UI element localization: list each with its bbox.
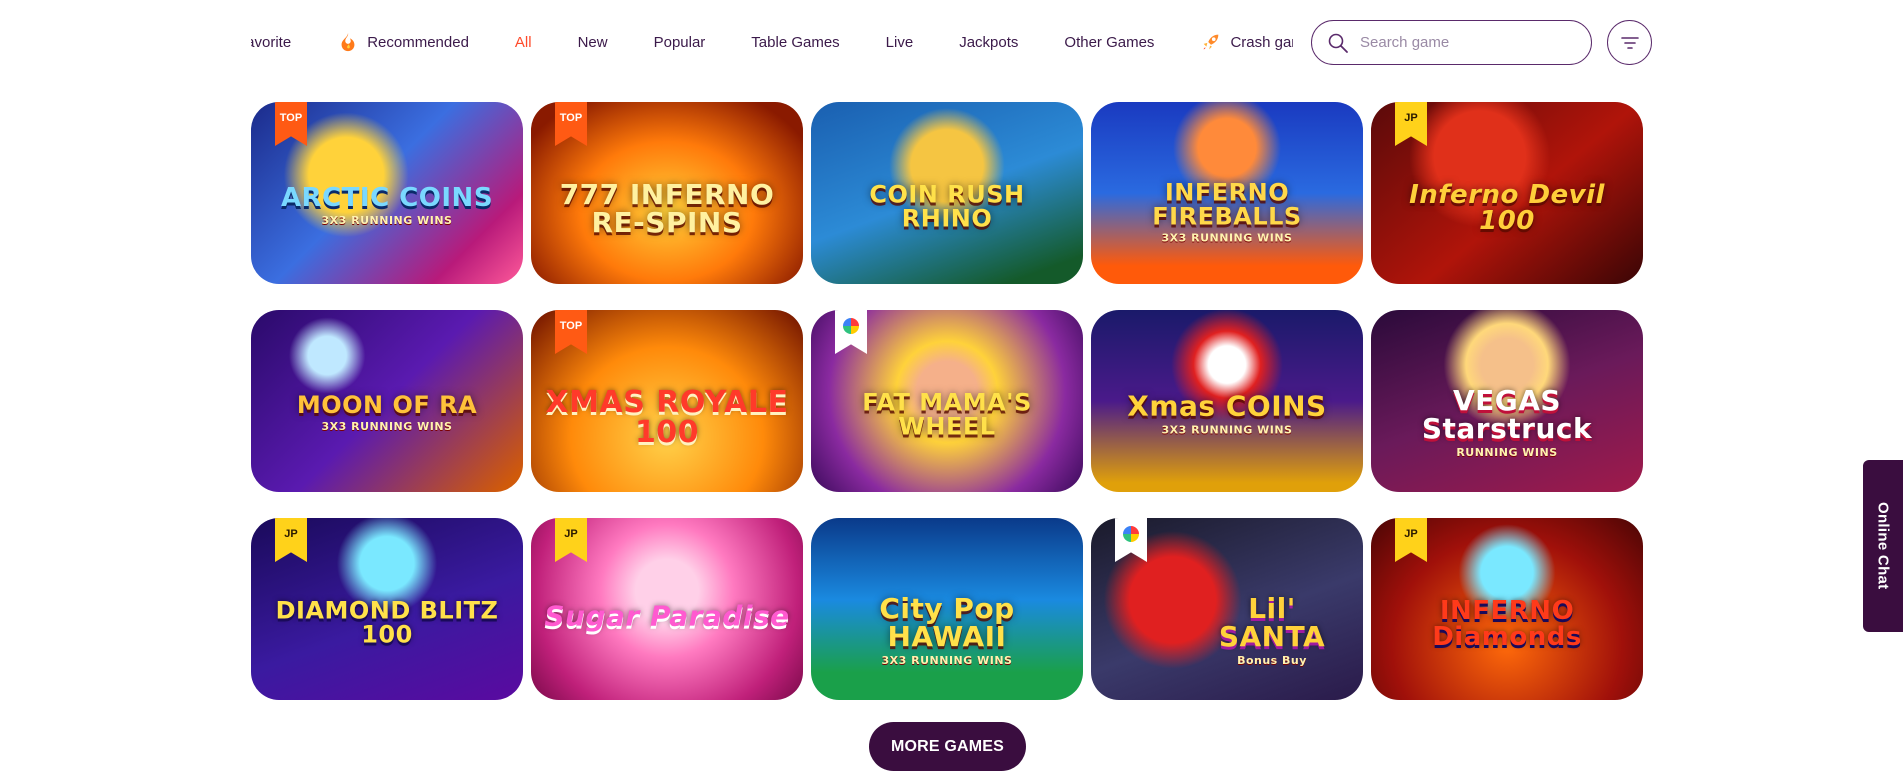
game-tile[interactable]: JP Sugar Paradise [531,518,803,700]
filter-icon [1620,36,1639,49]
game-title: City Pop HAWAII 3X3 RUNNING WINS [879,591,1015,667]
tab-all[interactable]: All [515,22,532,62]
game-tile[interactable]: MOON OF RA 3X3 RUNNING WINS [251,310,523,492]
game-tile[interactable]: JP INFERNO Diamonds [1371,518,1643,700]
tab-other-games[interactable]: Other Games [1064,22,1154,62]
tab-recommended[interactable]: Recommended [337,22,469,62]
game-title: 777 INFERNO RE-SPINS [559,178,775,239]
game-title: Lil' SANTA Bonus Buy [1218,591,1326,667]
game-title: VEGAS Starstruck RUNNING WINS [1421,383,1593,459]
game-title: INFERNO Diamonds [1432,595,1582,652]
more-games-button[interactable]: MORE GAMES [869,722,1026,771]
game-title: ARCTIC COINS 3X3 RUNNING WINS [280,182,494,227]
game-title: Inferno Devil 100 [1409,179,1605,236]
tab-label: Live [885,33,914,51]
provider-logo-icon [1123,526,1139,542]
tab-label: Popular [653,33,706,51]
game-tile[interactable]: TOP ARCTIC COINS 3X3 RUNNING WINS [251,102,523,284]
online-chat-label: Online Chat [1874,502,1892,590]
category-tabs-track: Favorite Recommended All New Popular Tab… [251,22,1293,62]
search-box[interactable] [1311,20,1592,65]
game-title: XMAS ROYALE 100 [545,385,789,451]
tab-new[interactable]: New [578,22,608,62]
tab-label: Recommended [367,33,469,51]
tab-label: Other Games [1064,33,1155,51]
flame-icon [341,32,355,52]
game-title: DIAMOND BLITZ 100 [275,596,499,649]
rocket-icon [1204,34,1219,50]
game-title: COIN RUSH RHINO [869,180,1025,233]
game-tile[interactable]: City Pop HAWAII 3X3 RUNNING WINS [811,518,1083,700]
category-tabs: Favorite Recommended All New Popular Tab… [251,22,1293,62]
game-title: FAT MAMA'S WHEEL [862,388,1032,441]
tab-live[interactable]: Live [886,22,914,62]
tab-label: All [514,33,532,51]
game-title: Sugar Paradise [544,599,790,633]
top-bar: Favorite Recommended All New Popular Tab… [0,0,1903,86]
game-tile[interactable]: VEGAS Starstruck RUNNING WINS [1371,310,1643,492]
game-tile[interactable]: COIN RUSH RHINO [811,102,1083,284]
games-grid: TOP ARCTIC COINS 3X3 RUNNING WINS TOP 777… [251,102,1645,700]
game-tile[interactable]: JP DIAMOND BLITZ 100 [251,518,523,700]
filter-button[interactable] [1607,20,1652,65]
game-title: Xmas COINS 3X3 RUNNING WINS [1127,389,1327,437]
tab-jackpots[interactable]: Jackpots [959,22,1018,62]
search-input[interactable] [1360,34,1580,51]
game-title: MOON OF RA 3X3 RUNNING WINS [296,391,478,434]
game-tile[interactable]: JP Inferno Devil 100 [1371,102,1643,284]
game-tile[interactable]: INFERNO FIREBALLS 3X3 RUNNING WINS [1091,102,1363,284]
game-tile[interactable]: Xmas COINS 3X3 RUNNING WINS [1091,310,1363,492]
search-icon [1328,33,1348,53]
tab-popular[interactable]: Popular [654,22,706,62]
tab-favorite[interactable]: Favorite [251,22,291,62]
tab-crash-games[interactable]: Crash games [1200,22,1293,62]
online-chat-button[interactable]: Online Chat [1863,460,1903,632]
tab-label: New [577,33,608,51]
game-tile[interactable]: Lil' SANTA Bonus Buy [1091,518,1363,700]
game-tile[interactable]: FAT MAMA'S WHEEL [811,310,1083,492]
game-tile[interactable]: TOP 777 INFERNO RE-SPINS [531,102,803,284]
tab-table-games[interactable]: Table Games [751,22,839,62]
tab-label: Jackpots [959,33,1019,51]
game-title: INFERNO FIREBALLS 3X3 RUNNING WINS [1152,178,1302,245]
tab-label: Table Games [751,33,840,51]
game-tile[interactable]: TOP XMAS ROYALE 100 [531,310,803,492]
tab-label: Crash games [1230,33,1293,51]
tab-label: Favorite [251,33,292,51]
provider-logo-icon [843,318,859,334]
